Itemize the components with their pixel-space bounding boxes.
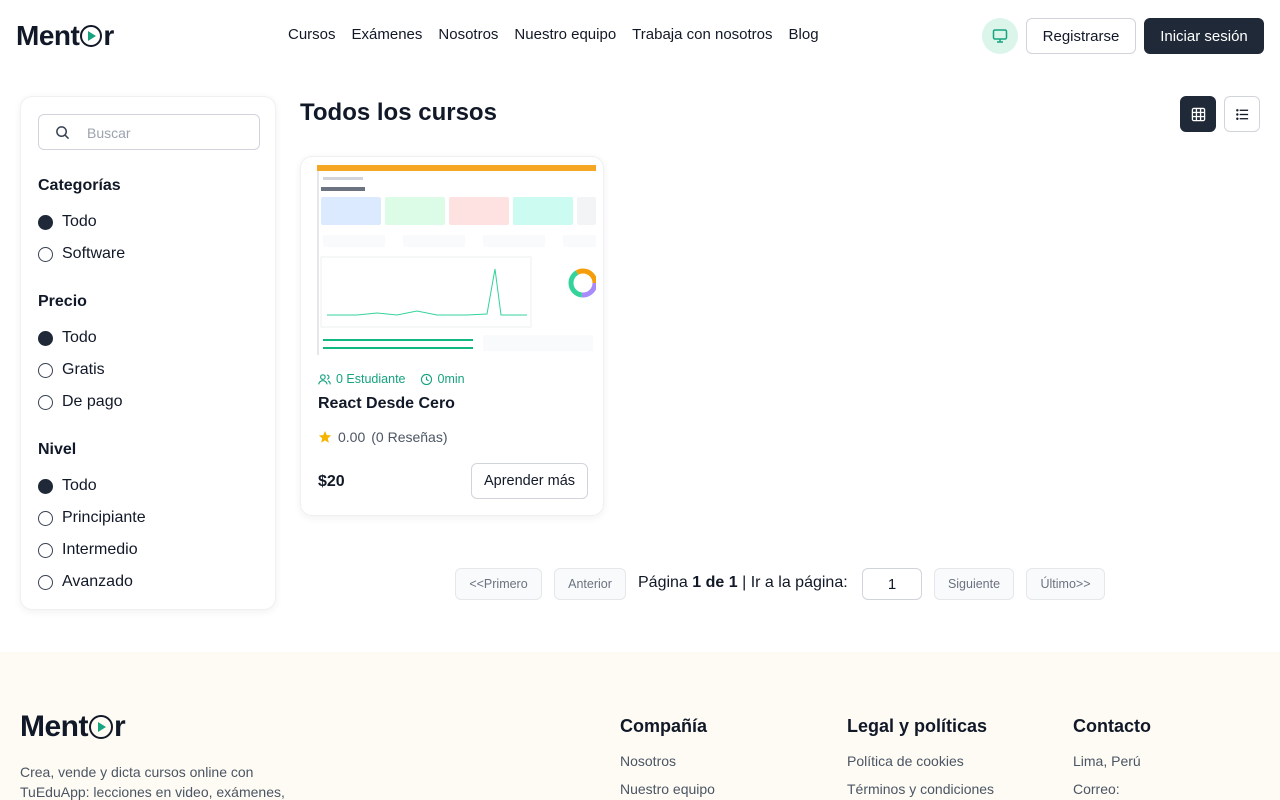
first-page-button[interactable]: <<Primero: [455, 568, 542, 600]
users-icon: [318, 373, 331, 384]
nav-item-nuestro-equipo[interactable]: Nuestro equipo: [514, 26, 616, 43]
main-nav: Cursos Exámenes Nosotros Nuestro equipo …: [288, 26, 819, 43]
grid-view-button[interactable]: [1180, 96, 1216, 132]
play-icon: [80, 25, 103, 47]
radio-price-gratis[interactable]: Gratis: [38, 361, 105, 379]
nav-item-examenes[interactable]: Exámenes: [352, 26, 423, 43]
clock-icon: [420, 373, 432, 385]
footer-contact-email: Correo:: [1073, 781, 1120, 797]
radio-unchecked[interactable]: [38, 542, 53, 558]
radio-unchecked[interactable]: [38, 394, 53, 410]
learn-more-button[interactable]: Aprender más: [471, 463, 588, 499]
list-view-button[interactable]: [1224, 96, 1260, 132]
grid-icon: [1191, 107, 1205, 121]
radio-price-de-pago[interactable]: De pago: [38, 393, 123, 411]
radio-checked[interactable]: [38, 330, 53, 346]
students-meta: 0 Estudiante: [318, 372, 406, 386]
star-icon: [318, 430, 332, 443]
footer: Ment r Crea, vende y dicta cursos online …: [0, 652, 1280, 800]
radio-checked[interactable]: [38, 478, 53, 494]
monitor-icon: [992, 29, 1008, 43]
header: Ment r Cursos Exámenes Nosotros Nuestro e…: [0, 0, 1280, 72]
page-title: Todos los cursos: [300, 99, 497, 126]
course-title[interactable]: React Desde Cero: [318, 395, 455, 413]
play-icon: [89, 715, 113, 739]
nav-item-trabaja[interactable]: Trabaja con nosotros: [632, 26, 772, 43]
search-box[interactable]: [38, 114, 260, 150]
search-icon: [56, 126, 70, 140]
radio-checked[interactable]: [38, 214, 53, 230]
radio-price-todo[interactable]: Todo: [38, 329, 97, 347]
course-rating: 0.00 (0 Reseñas): [318, 429, 448, 445]
prev-page-button[interactable]: Anterior: [554, 568, 626, 600]
search-input[interactable]: [87, 123, 247, 143]
radio-level-todo[interactable]: Todo: [38, 477, 97, 495]
last-page-button[interactable]: Último>>: [1026, 568, 1105, 600]
list-icon: [1235, 108, 1248, 120]
next-page-button[interactable]: Siguiente: [934, 568, 1014, 600]
filter-title-level: Nivel: [38, 441, 77, 458]
footer-title-legal: Legal y políticas: [847, 716, 988, 736]
goto-page-input[interactable]: [862, 568, 922, 600]
radio-level-avanzado[interactable]: Avanzado: [38, 573, 133, 591]
theme-toggle-button[interactable]: [982, 18, 1018, 54]
filter-sidebar: Categorías Todo Software Precio Todo Gra…: [20, 96, 276, 610]
duration-meta: 0min: [420, 372, 465, 386]
radio-category-software[interactable]: Software: [38, 245, 125, 263]
page-indicator: Página 1 de 1 | Ir a la página:: [638, 574, 848, 591]
login-button[interactable]: Iniciar sesión: [1144, 18, 1264, 54]
radio-unchecked[interactable]: [38, 246, 53, 262]
footer-link-terms[interactable]: Términos y condiciones: [847, 781, 994, 797]
filter-title-price: Precio: [38, 293, 87, 310]
footer-link-nuestro-equipo[interactable]: Nuestro equipo: [620, 781, 715, 797]
dashboard-preview-image: [317, 165, 596, 355]
radio-unchecked[interactable]: [38, 362, 53, 378]
radio-level-intermedio[interactable]: Intermedio: [38, 541, 138, 559]
footer-description: Crea, vende y dicta cursos online con Tu…: [20, 764, 285, 800]
course-price: $20: [318, 473, 345, 490]
course-thumbnail[interactable]: [317, 165, 596, 355]
nav-item-nosotros[interactable]: Nosotros: [438, 26, 498, 43]
footer-contact-location: Lima, Perú: [1073, 753, 1141, 769]
footer-title-contact: Contacto: [1073, 716, 1151, 736]
footer-link-nosotros[interactable]: Nosotros: [620, 753, 676, 769]
radio-unchecked[interactable]: [38, 574, 53, 590]
brand-logo[interactable]: Ment r: [16, 20, 114, 52]
course-card[interactable]: 0 Estudiante 0min React Desde Cero 0.00 …: [300, 156, 604, 516]
filter-title-categories: Categorías: [38, 177, 121, 194]
footer-logo[interactable]: Ment r: [20, 710, 126, 744]
register-button[interactable]: Registrarse: [1026, 18, 1136, 54]
nav-item-cursos[interactable]: Cursos: [288, 26, 336, 43]
radio-unchecked[interactable]: [38, 510, 53, 526]
footer-title-company: Compañía: [620, 716, 708, 736]
course-meta: 0 Estudiante 0min: [318, 372, 465, 386]
radio-category-todo[interactable]: Todo: [38, 213, 97, 231]
footer-link-cookies[interactable]: Política de cookies: [847, 753, 964, 769]
nav-item-blog[interactable]: Blog: [789, 26, 819, 43]
radio-level-principiante[interactable]: Principiante: [38, 509, 146, 527]
